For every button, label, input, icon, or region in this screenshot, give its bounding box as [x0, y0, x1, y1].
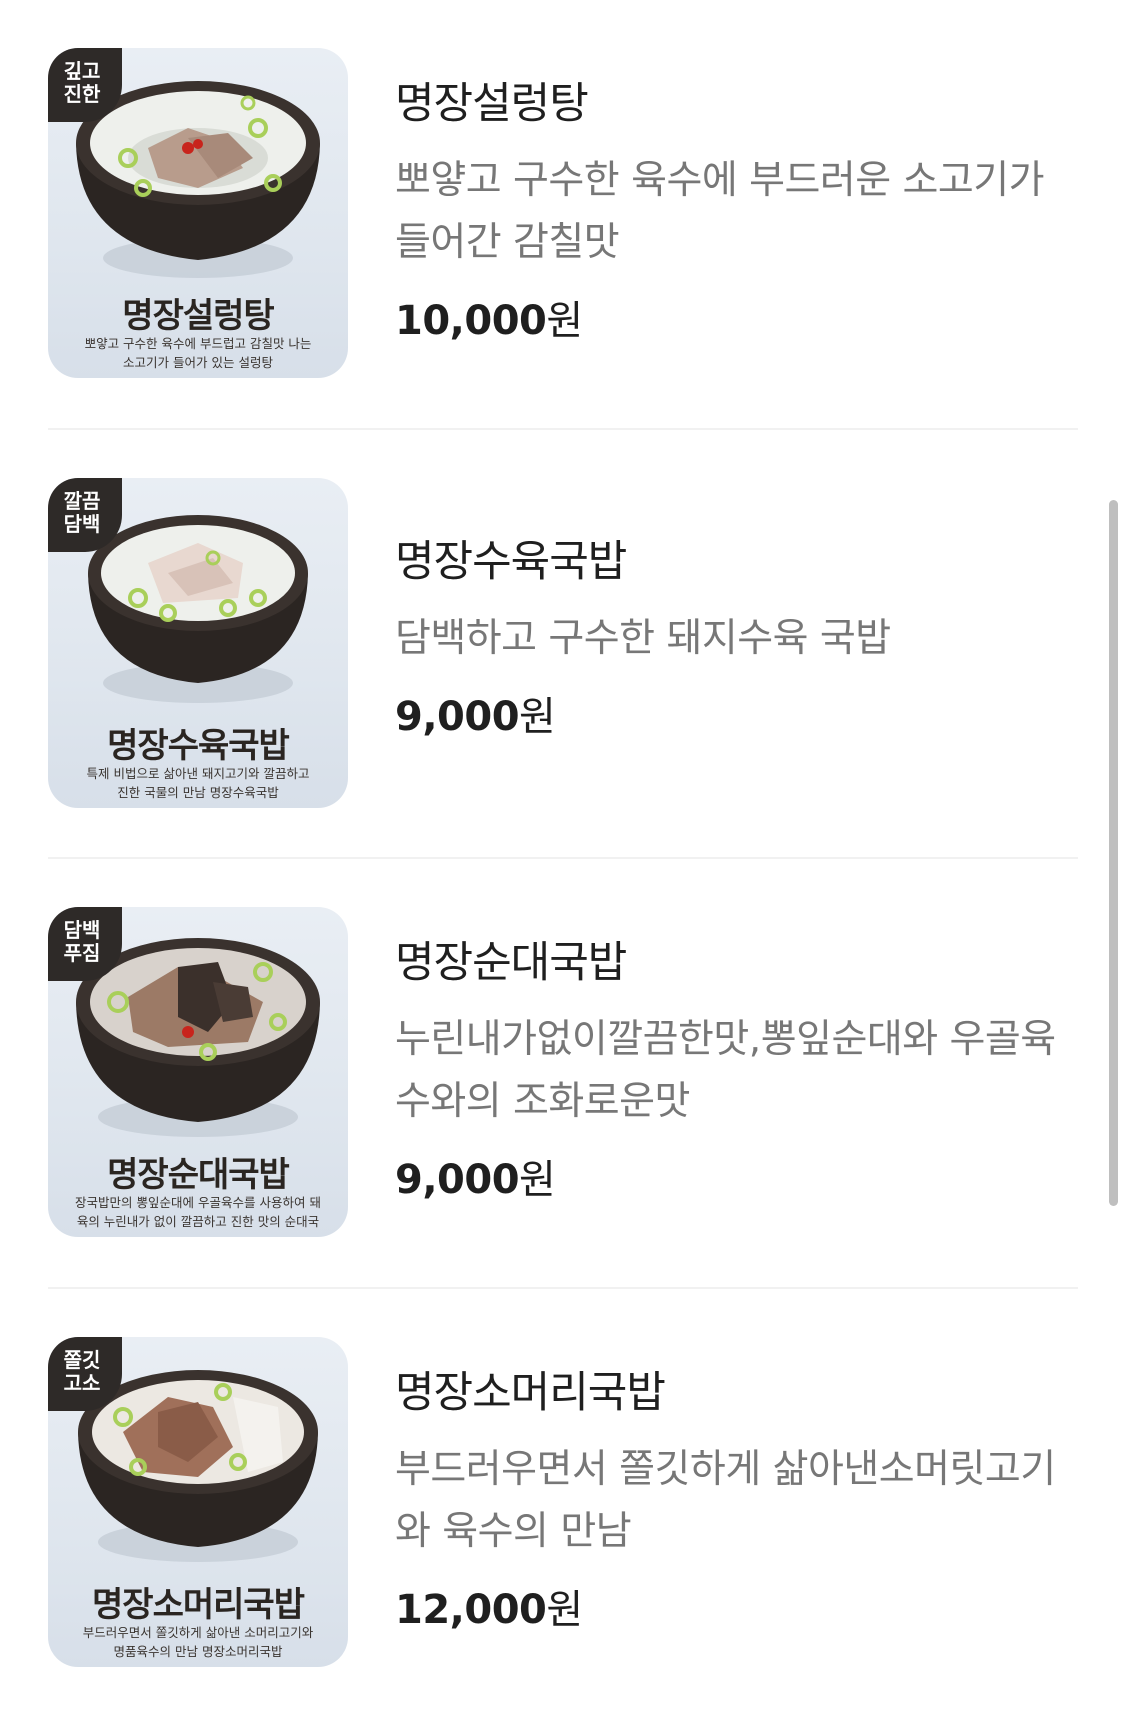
flavor-badge: 깊고 진한: [48, 48, 122, 122]
flavor-badge: 깔끔 담백: [48, 478, 122, 552]
menu-item-description: 누린내가없이깔끔한맛,뽕잎순대와 우골육수와의 조화로운맛: [395, 1017, 1056, 1124]
menu-item-image[interactable]: 깔끔 담백 명장수육국밥 특제 비법으로 삶아낸 돼지고기와 깔끔하고 진한 국…: [48, 478, 348, 808]
image-title: 명장소머리국밥: [92, 1585, 305, 1625]
menu-item-price: 9,000원: [395, 1157, 556, 1203]
menu-item-image[interactable]: 쫄깃 고소 명장소머리국밥 부드러우면서 쫄깃하게 삶아낸 소머리고기와 명품육…: [48, 1337, 348, 1667]
menu-item[interactable]: 담백 푸짐 명장순대국밥 장국밥만의 뽕잎순대에 우골육수를 사용하여 돼 육의…: [48, 907, 1078, 1242]
menu-item-image[interactable]: 깊고 진한 명장설렁탕 뽀얗고 구수한 육수에 부드럽고 감칠맛 나는 소고기가…: [48, 48, 348, 378]
menu-item-price: 12,000원: [395, 1587, 583, 1633]
menu-item[interactable]: 쫄깃 고소 명장소머리국밥 부드러우면서 쫄깃하게 삶아낸 소머리고기와 명품육…: [48, 1337, 1078, 1672]
scrollbar[interactable]: [1109, 500, 1118, 1206]
menu-item[interactable]: 깊고 진한 명장설렁탕 뽀얗고 구수한 육수에 부드럽고 감칠맛 나는 소고기가…: [48, 48, 1078, 383]
menu-item-name: 명장소머리국밥: [395, 1368, 666, 1418]
menu-item-description: 뽀얗고 구수한 육수에 부드러운 소고기가 들어간 감칠맛: [395, 158, 1045, 265]
image-caption: 부드러우면서 쫄깃하게 삶아낸 소머리고기와 명품육수의 만남 명장소머리국밥: [82, 1625, 314, 1659]
divider: [48, 428, 1078, 430]
image-caption: 뽀얗고 구수한 육수에 부드럽고 감칠맛 나는 소고기가 들어가 있는 설렁탕: [84, 336, 312, 370]
image-title: 명장수육국밥: [107, 726, 290, 766]
menu-item-price: 10,000원: [395, 298, 583, 344]
flavor-badge: 쫄깃 고소: [48, 1337, 122, 1411]
menu-item-price: 9,000원: [395, 694, 556, 740]
image-title: 명장설렁탕: [122, 296, 274, 336]
menu-item-name: 명장수육국밥: [395, 537, 627, 587]
menu-item-description: 담백하고 구수한 돼지수육 국밥: [395, 616, 891, 661]
image-caption: 특제 비법으로 삶아낸 돼지고기와 깔끔하고 진한 국물의 만남 명장수육국밥: [86, 766, 310, 800]
flavor-badge: 담백 푸짐: [48, 907, 122, 981]
divider: [48, 857, 1078, 859]
image-title: 명장순대국밥: [107, 1155, 290, 1195]
image-caption: 장국밥만의 뽕잎순대에 우골육수를 사용하여 돼 육의 누린내가 없이 깔끔하고…: [75, 1195, 321, 1229]
menu-item-name: 명장순대국밥: [395, 938, 627, 988]
menu-item-image[interactable]: 담백 푸짐 명장순대국밥 장국밥만의 뽕잎순대에 우골육수를 사용하여 돼 육의…: [48, 907, 348, 1237]
menu-item-name: 명장설렁탕: [395, 79, 589, 129]
menu-item[interactable]: 깔끔 담백 명장수육국밥 특제 비법으로 삶아낸 돼지고기와 깔끔하고 진한 국…: [48, 478, 1078, 813]
divider: [48, 1287, 1078, 1289]
menu-item-description: 부드러우면서 쫄깃하게 삶아낸소머릿고기와 육수의 만남: [395, 1447, 1056, 1554]
